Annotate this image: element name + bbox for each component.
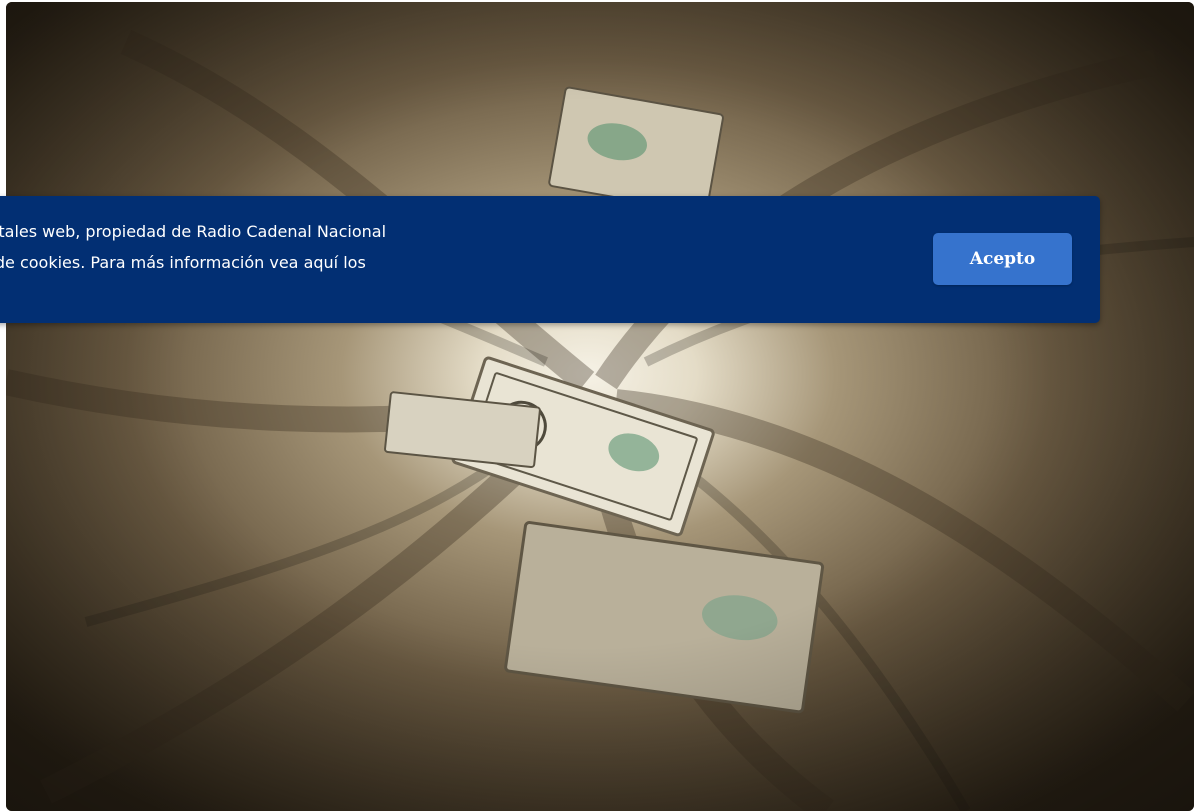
hero-image <box>6 2 1194 811</box>
page: ortales web, propiedad de Radio Cadenal … <box>0 0 1200 811</box>
cookie-message: ortales web, propiedad de Radio Cadenal … <box>0 216 550 278</box>
cookie-banner: ortales web, propiedad de Radio Cadenal … <box>0 196 1100 323</box>
accept-cookies-button[interactable]: Acepto <box>933 233 1072 285</box>
cookie-message-line-2: o de cookies. Para más información vea a… <box>0 253 366 272</box>
cookie-message-line-1: ortales web, propiedad de Radio Cadenal … <box>0 222 387 241</box>
money-tunnel-photo-icon <box>6 2 1194 811</box>
